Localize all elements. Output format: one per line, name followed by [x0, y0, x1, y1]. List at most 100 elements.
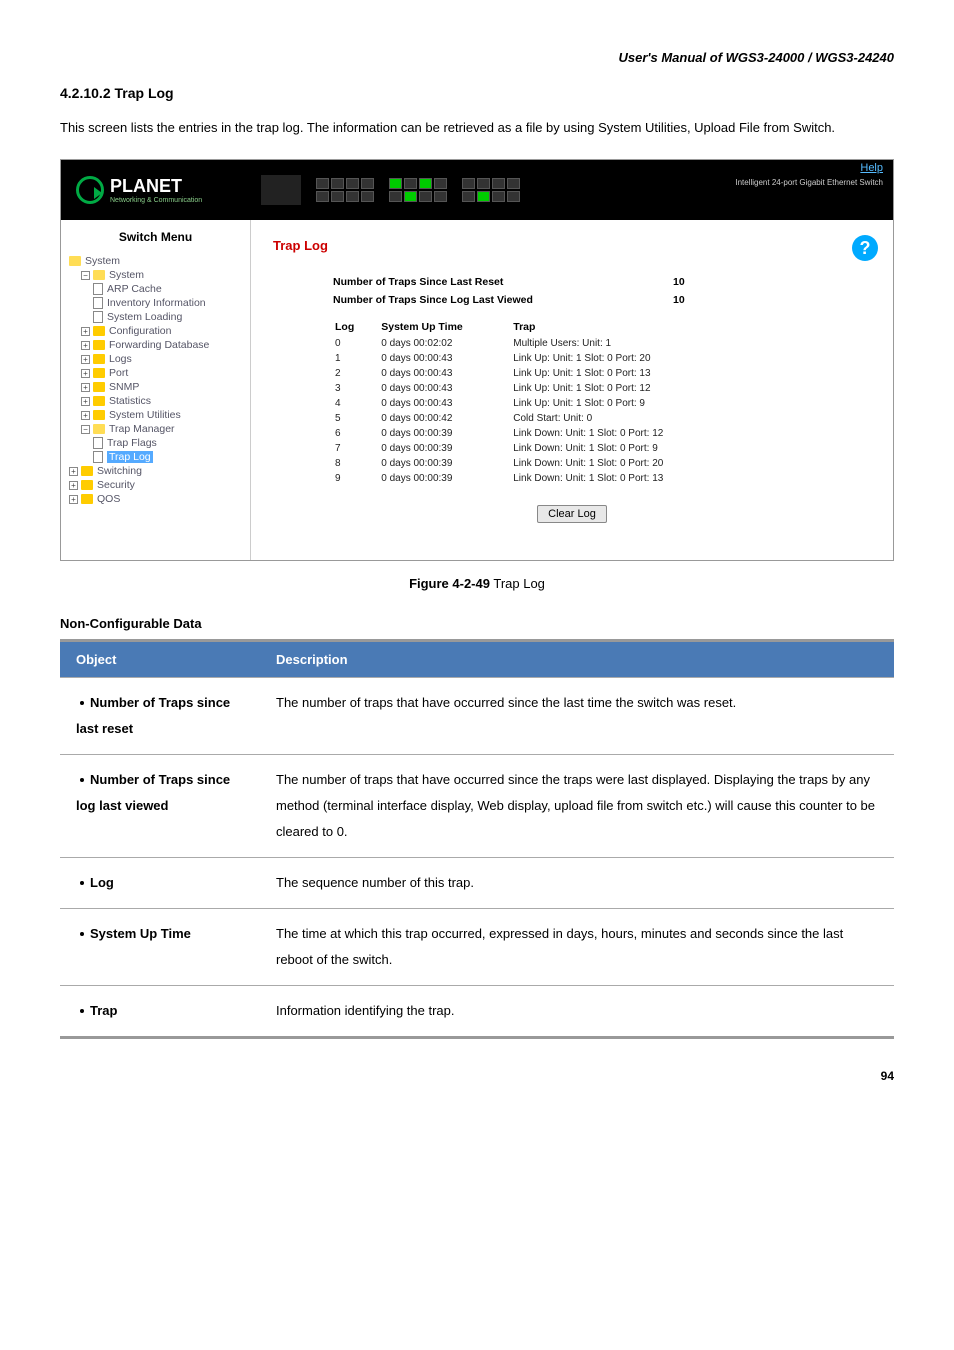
tree-item-util[interactable]: +System Utilities — [69, 408, 250, 422]
bullet-icon — [80, 701, 84, 705]
tree-item-stats[interactable]: +Statistics — [69, 394, 250, 408]
doc-icon — [93, 437, 103, 449]
collapse-icon[interactable]: − — [81, 271, 90, 280]
tree-item-fwd[interactable]: +Forwarding Database — [69, 338, 250, 352]
folder-icon — [93, 270, 105, 280]
content-panel: Trap Log ? Number of Traps Since Last Re… — [251, 220, 893, 560]
collapse-icon[interactable]: − — [81, 425, 90, 434]
stat-row: Number of Traps Since Last Reset 10 — [273, 273, 871, 291]
intro-paragraph: This screen lists the entries in the tra… — [60, 116, 894, 139]
stat-value: 10 — [673, 276, 685, 288]
def-obj: Number of Traps since last reset — [76, 695, 230, 736]
stat-label: Number of Traps Since Log Last Viewed — [273, 294, 673, 306]
table-header-row: Log System Up Time Trap — [335, 319, 688, 335]
noncfg-heading: Non-Configurable Data — [60, 616, 894, 631]
def-row: Number of Traps since log last viewed Th… — [60, 755, 894, 858]
panel-title: Trap Log — [273, 238, 871, 253]
tree-item-logs[interactable]: +Logs — [69, 352, 250, 366]
folder-icon — [93, 354, 105, 364]
tree-item-qos[interactable]: +QOS — [69, 492, 250, 506]
expand-icon[interactable]: + — [81, 369, 90, 378]
doc-icon — [93, 283, 103, 295]
sidebar: Switch Menu System −System ARP Cache Inv… — [61, 220, 251, 560]
table-row: 40 days 00:00:43Link Up: Unit: 1 Slot: 0… — [335, 397, 688, 410]
clear-log-button[interactable]: Clear Log — [537, 505, 607, 523]
expand-icon[interactable]: + — [69, 481, 78, 490]
folder-icon — [93, 424, 105, 434]
folder-icon — [93, 382, 105, 392]
def-obj: System Up Time — [90, 926, 191, 941]
app-screenshot: PLANET Networking & Communication Help I… — [60, 159, 894, 561]
tree-item-port[interactable]: +Port — [69, 366, 250, 380]
doc-icon — [93, 451, 103, 463]
def-row: Number of Traps since last reset The num… — [60, 678, 894, 755]
page-number: 94 — [60, 1069, 894, 1083]
logo-area: PLANET Networking & Communication — [61, 160, 251, 220]
tree-item-security[interactable]: +Security — [69, 478, 250, 492]
def-row: Log The sequence number of this trap. — [60, 858, 894, 909]
help-link[interactable]: Help — [860, 162, 883, 174]
nav-tree: System −System ARP Cache Inventory Infor… — [61, 254, 250, 506]
product-tag: Intelligent 24-port Gigabit Ethernet Swi… — [735, 178, 883, 187]
def-header-desc: Description — [260, 641, 894, 678]
expand-icon[interactable]: + — [81, 341, 90, 350]
tree-item-inventory[interactable]: Inventory Information — [69, 296, 250, 310]
trap-log-table: Log System Up Time Trap 00 days 00:02:02… — [333, 317, 690, 487]
def-obj: Log — [90, 875, 114, 890]
doc-icon — [93, 297, 103, 309]
expand-icon[interactable]: + — [81, 397, 90, 406]
tree-item-arp[interactable]: ARP Cache — [69, 282, 250, 296]
app-header: PLANET Networking & Communication Help I… — [61, 160, 893, 220]
tree-item-trapmgr[interactable]: −Trap Manager — [69, 422, 250, 436]
tree-item-system[interactable]: −System — [69, 268, 250, 282]
table-row: 10 days 00:00:43Link Up: Unit: 1 Slot: 0… — [335, 352, 688, 365]
logo-text: PLANET — [110, 176, 202, 197]
def-obj: Number of Traps since log last viewed — [76, 772, 230, 813]
help-icon[interactable]: ? — [852, 235, 878, 261]
expand-icon[interactable]: + — [69, 467, 78, 476]
tree-item-loading[interactable]: System Loading — [69, 310, 250, 324]
bullet-icon — [80, 778, 84, 782]
folder-icon — [93, 368, 105, 378]
folder-icon — [81, 494, 93, 504]
col-log-header: Log — [335, 319, 379, 335]
logo-subtitle: Networking & Communication — [110, 197, 202, 204]
def-desc: The time at which this trap occurred, ex… — [260, 909, 894, 986]
expand-icon[interactable]: + — [81, 355, 90, 364]
stat-value: 10 — [673, 294, 685, 306]
def-header-object: Object — [60, 641, 260, 678]
bullet-icon — [80, 932, 84, 936]
tree-item-switching[interactable]: +Switching — [69, 464, 250, 478]
table-row: 60 days 00:00:39Link Down: Unit: 1 Slot:… — [335, 427, 688, 440]
col-time-header: System Up Time — [381, 319, 511, 335]
def-obj: Trap — [90, 1003, 117, 1018]
folder-icon — [81, 466, 93, 476]
doc-icon — [93, 311, 103, 323]
table-row: 00 days 00:02:02Multiple Users: Unit: 1 — [335, 337, 688, 350]
col-trap-header: Trap — [513, 319, 688, 335]
tree-item-traplog[interactable]: Trap Log — [69, 450, 250, 464]
expand-icon[interactable]: + — [69, 495, 78, 504]
expand-icon[interactable]: + — [81, 383, 90, 392]
expand-icon[interactable]: + — [81, 411, 90, 420]
tree-root-system[interactable]: System — [69, 254, 250, 268]
def-desc: The number of traps that have occurred s… — [260, 755, 894, 858]
definition-table: Object Description Number of Traps since… — [60, 639, 894, 1039]
table-row: 90 days 00:00:39Link Down: Unit: 1 Slot:… — [335, 472, 688, 485]
def-row: System Up Time The time at which this tr… — [60, 909, 894, 986]
tree-item-config[interactable]: +Configuration — [69, 324, 250, 338]
expand-icon[interactable]: + — [81, 327, 90, 336]
logo-icon — [76, 176, 104, 204]
folder-icon — [93, 326, 105, 336]
folder-icon — [93, 340, 105, 350]
tree-item-trapflags[interactable]: Trap Flags — [69, 436, 250, 450]
def-desc: Information identifying the trap. — [260, 986, 894, 1038]
folder-icon — [69, 256, 81, 266]
stat-label: Number of Traps Since Last Reset — [273, 276, 673, 288]
section-title: 4.2.10.2 Trap Log — [60, 85, 894, 101]
table-row: 70 days 00:00:39Link Down: Unit: 1 Slot:… — [335, 442, 688, 455]
tree-item-snmp[interactable]: +SNMP — [69, 380, 250, 394]
doc-header: User's Manual of WGS3-24000 / WGS3-24240 — [60, 50, 894, 65]
folder-icon — [93, 410, 105, 420]
table-row: 80 days 00:00:39Link Down: Unit: 1 Slot:… — [335, 457, 688, 470]
